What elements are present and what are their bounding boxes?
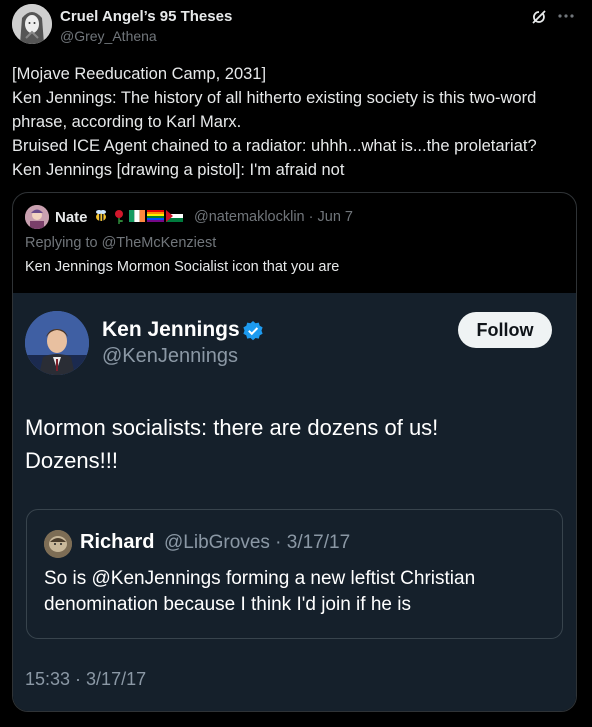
verified-badge-icon <box>243 321 263 341</box>
kj-avatar <box>25 311 89 375</box>
kj-timestamp: 15:33 · 3/17/17 <box>25 669 147 689</box>
author-name[interactable]: Cruel Angel’s 95 Theses <box>60 8 232 25</box>
quoted-author-meta[interactable]: @natemaklocklin · Jun 7 <box>194 209 353 225</box>
quoted-post[interactable]: Nate @natemaklocklin · Jun 7 Replying to… <box>12 192 577 712</box>
post-line: Ken Jennings: The history of all hithert… <box>12 89 541 131</box>
ireland-flag-icon <box>129 210 145 222</box>
kj-tweet-line: Mormon socialists: there are dozens of u… <box>25 415 439 440</box>
post-line: [Mojave Reeducation Camp, 2031] <box>12 65 267 83</box>
quoted-post-header: Nate @natemaklocklin · Jun 7 Replying to… <box>13 193 576 293</box>
author-avatar[interactable] <box>12 4 52 44</box>
bee-icon <box>96 210 106 221</box>
richard-meta: @LibGroves · 3/17/17 <box>164 532 351 553</box>
post-line: Ken Jennings [drawing a pistol]: I'm afr… <box>12 161 345 179</box>
palestine-flag-icon <box>166 210 183 222</box>
post-line: Bruised ICE Agent chained to a radiator:… <box>12 137 537 155</box>
quoted-author-avatar[interactable] <box>25 205 49 229</box>
attached-image[interactable]: Ken Jennings @KenJennings Follow Mormon … <box>13 293 576 711</box>
replying-to[interactable]: Replying to @TheMcKenziest <box>25 235 216 251</box>
rose-icon <box>115 210 123 224</box>
rainbow-flag-icon <box>147 210 164 222</box>
inner-quoted-tweet: Richard @LibGroves · 3/17/17 So is @KenJ… <box>26 509 563 639</box>
kj-handle: @KenJennings <box>102 345 238 367</box>
richard-text: So is @KenJennings forming a new leftist… <box>44 568 476 615</box>
more-icon[interactable] <box>556 6 576 26</box>
quoted-author-name[interactable]: Nate <box>55 209 88 226</box>
kj-tweet-line: Dozens!!! <box>25 448 118 473</box>
quoted-post-text: Ken Jennings Mormon Socialist icon that … <box>25 259 340 275</box>
follow-button: Follow <box>458 312 552 348</box>
quoted-author-emojis <box>93 208 183 224</box>
author-handle[interactable]: @Grey_Athena <box>60 28 157 44</box>
post-header: Cruel Angel’s 95 Theses @Grey_Athena <box>12 4 580 52</box>
richard-avatar <box>44 530 72 558</box>
kj-name: Ken Jennings <box>102 318 240 341</box>
richard-name: Richard <box>80 531 155 553</box>
grok-icon[interactable] <box>530 8 548 26</box>
kj-tweet-text: Mormon socialists: there are dozens of u… <box>25 411 555 477</box>
post-text: [Mojave Reeducation Camp, 2031] Ken Jenn… <box>12 62 580 182</box>
